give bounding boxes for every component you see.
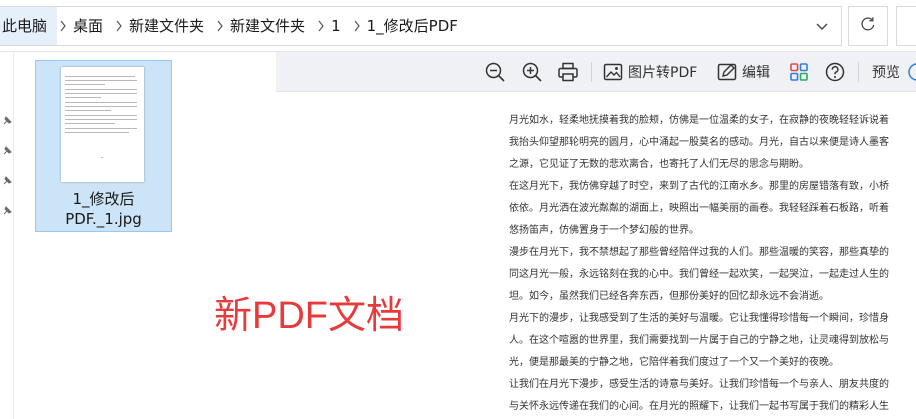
zoom-out-button[interactable] bbox=[484, 60, 506, 84]
zoom-out-icon bbox=[485, 62, 505, 82]
document-line: 在这月光下，我仿佛穿越了时空，来到了古代的江南水乡。那里的房屋错落有致，小桥流水… bbox=[509, 181, 889, 192]
refresh-button[interactable] bbox=[848, 6, 888, 46]
zoom-in-icon bbox=[522, 62, 542, 82]
file-name[interactable]: 1_修改后 PDF._1.jpg bbox=[36, 189, 171, 229]
search-box[interactable] bbox=[896, 6, 916, 46]
print-icon bbox=[558, 62, 578, 82]
document-line: 同这月光一般，永远铭刻在我的心中。我们曾经一起欢笑，一起哭泣，一起走过人生的坎坷… bbox=[509, 269, 889, 280]
print-button[interactable] bbox=[557, 60, 579, 84]
preview-pane: 图片转PDF 编辑 预览 月光如水，轻柔地抚摸着我的脸颊，仿佛是一位温柔的女子，… bbox=[276, 52, 916, 419]
file-thumbnail bbox=[61, 67, 144, 182]
edit-button[interactable]: 编辑 bbox=[716, 60, 770, 84]
apps-button[interactable] bbox=[788, 60, 810, 84]
document-line: 月光如水，轻柔地抚摸着我的脸颊，仿佛是一位温柔的女子，在寂静的夜晚轻轻诉说着她的… bbox=[509, 115, 889, 126]
breadcrumb-current-folder[interactable]: 1_修改后PDF bbox=[363, 7, 468, 45]
chevron-right-icon[interactable] bbox=[351, 7, 363, 45]
edit-icon bbox=[717, 63, 737, 81]
address-bar[interactable]: 此电脑 桌面 新建文件夹 新建文件夹 1 1_修改后PDF bbox=[0, 6, 842, 46]
image-to-pdf-label: 图片转PDF bbox=[628, 65, 698, 81]
document-line: 漫步在月光下，我不禁想起了那些曾经陪伴过我的人们。那些温暖的笑容，那些真挚的情感… bbox=[509, 247, 889, 258]
breadcrumb-new-folder-1[interactable]: 新建文件夹 bbox=[125, 7, 214, 45]
preview-circle-icon bbox=[908, 63, 916, 81]
file-name-line-1: 1_修改后 bbox=[72, 190, 135, 208]
image-to-pdf-icon bbox=[603, 63, 623, 81]
document-line: 坦。如今，虽然我们已经各奔东西，但那份美好的回忆却永远不会消逝。 bbox=[509, 291, 829, 302]
document-line: 悠扬笛声，仿佛置身于一个梦幻般的世界。 bbox=[509, 225, 699, 236]
pin-icon bbox=[1, 172, 13, 185]
chevron-right-icon[interactable] bbox=[57, 7, 69, 45]
document-line: 月光下的漫步，让我感受到了生活的美好与温暖。它让我懂得珍惜每一个瞬间，珍惜身边的… bbox=[509, 313, 889, 324]
refresh-icon bbox=[859, 15, 877, 37]
document-line: 我抬头仰望那轮明亮的圆月，心中涌起一股莫名的感动。月光，自古以来便是诗人墨客笔下… bbox=[509, 137, 889, 148]
toolbar-divider bbox=[591, 62, 592, 82]
file-item-selected[interactable]: 1_修改后 PDF._1.jpg bbox=[35, 60, 172, 232]
chevron-down-icon[interactable] bbox=[813, 17, 831, 35]
file-list[interactable]: 1_修改后 PDF._1.jpg bbox=[14, 52, 276, 419]
navigation-pane[interactable] bbox=[0, 52, 14, 419]
breadcrumb-desktop[interactable]: 桌面 bbox=[69, 7, 113, 45]
image-to-pdf-button[interactable]: 图片转PDF bbox=[602, 60, 697, 84]
file-explorer-window: 此电脑 桌面 新建文件夹 新建文件夹 1 1_修改后PDF 1_修改后 PDF.… bbox=[0, 0, 916, 419]
help-button[interactable] bbox=[824, 60, 846, 84]
pin-icon bbox=[1, 112, 13, 125]
document-line: 光，便是那最美的宁静之地，它陪伴着我们度过了一个又一个美好的夜晚。 bbox=[509, 357, 839, 368]
navigation-bar: 此电脑 桌面 新建文件夹 新建文件夹 1 1_修改后PDF bbox=[0, 0, 916, 52]
overlay-caption: 新PDF文档 bbox=[214, 295, 405, 337]
chevron-right-icon[interactable] bbox=[214, 7, 226, 45]
chevron-right-icon[interactable] bbox=[315, 7, 327, 45]
breadcrumb-folder-1[interactable]: 1 bbox=[327, 7, 351, 45]
document-line: 依依。月光洒在波光粼粼的湖面上，映照出一幅美丽的画卷。我轻轻踩着石板路，听着远处… bbox=[509, 203, 889, 214]
file-name-line-2: PDF._1.jpg bbox=[65, 210, 142, 228]
breadcrumb-this-pc[interactable]: 此电脑 bbox=[0, 7, 58, 45]
document-line: 与关怀永远传递在我们的心间。在月光的照耀下，让我们一起书写属于我们的精彩人生。 bbox=[509, 401, 889, 412]
help-icon bbox=[825, 62, 845, 82]
chevron-right-icon[interactable] bbox=[113, 7, 125, 45]
document-preview: 月光如水，轻柔地抚摸着我的脸颊，仿佛是一位温柔的女子，在寂静的夜晚轻轻诉说着她的… bbox=[509, 110, 889, 418]
toolbar-divider bbox=[858, 62, 859, 82]
pin-icon bbox=[1, 142, 13, 155]
edit-label: 编辑 bbox=[742, 65, 770, 81]
document-line: 人。在这个喧嚣的世界里，我们需要找到一片属于自己的宁静之地，让灵魂得到放松与滋养… bbox=[509, 335, 889, 346]
pin-icon bbox=[1, 202, 13, 215]
document-line: 之源，它见证了无数的悲欢离合，也寄托了人们无尽的思念与期盼。 bbox=[509, 159, 809, 170]
zoom-in-button[interactable] bbox=[521, 60, 543, 84]
breadcrumb-new-folder-2[interactable]: 新建文件夹 bbox=[226, 7, 315, 45]
preview-button[interactable]: 预览 bbox=[872, 60, 916, 84]
apps-grid-icon bbox=[790, 63, 808, 81]
preview-label: 预览 bbox=[872, 65, 900, 81]
preview-toolbar: 图片转PDF 编辑 预览 bbox=[276, 52, 916, 92]
document-line: 让我们在月光下漫步，感受生活的诗意与美好。让我们珍惜每一个与亲人、朋友共度的时光… bbox=[509, 379, 889, 390]
